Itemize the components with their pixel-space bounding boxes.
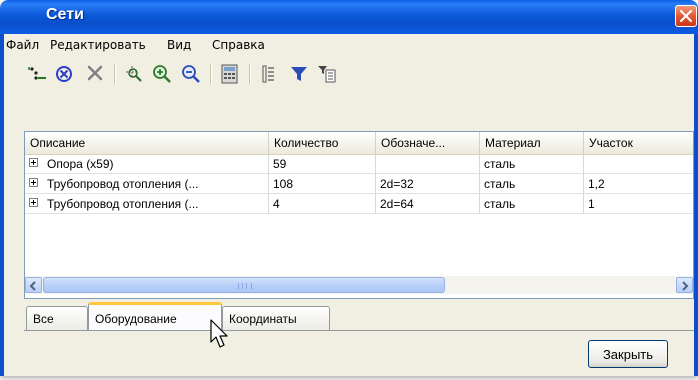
cell-designation: 2d=64 bbox=[376, 194, 480, 214]
table-row[interactable]: Трубопровод отопления (... 4 2d=64 сталь… bbox=[25, 194, 693, 214]
calculator-icon[interactable] bbox=[218, 62, 242, 86]
cell-section: 1,2 bbox=[584, 174, 693, 194]
expand-icon[interactable] bbox=[29, 198, 38, 207]
cell-text: Трубопровод отопления (... bbox=[47, 177, 199, 191]
cell-material: сталь bbox=[480, 174, 584, 194]
close-icon bbox=[679, 9, 693, 23]
close-button[interactable]: Закрыть bbox=[588, 340, 668, 368]
window-close-button[interactable] bbox=[675, 5, 697, 27]
zoom-in-icon[interactable] bbox=[150, 62, 174, 86]
cell-text: Трубопровод отопления (... bbox=[47, 197, 199, 211]
column-header-quantity[interactable]: Количество bbox=[269, 132, 376, 154]
cell-quantity: 4 bbox=[269, 194, 376, 214]
table-row[interactable]: Опора (x59) 59 сталь bbox=[25, 154, 693, 174]
cell-text: Опора (x59) bbox=[47, 157, 114, 171]
filter-settings-icon[interactable] bbox=[315, 62, 339, 86]
column-header-description[interactable]: Описание bbox=[25, 132, 269, 154]
data-grid: Описание Количество Обозначе... Материал… bbox=[24, 131, 694, 299]
scroll-left-button[interactable] bbox=[25, 277, 42, 293]
table-row[interactable]: Трубопровод отопления (... 108 2d=32 ста… bbox=[25, 174, 693, 194]
cell-section bbox=[584, 154, 693, 174]
menu-view[interactable]: Вид bbox=[167, 38, 191, 52]
toolbar-separator bbox=[114, 64, 116, 84]
menu-edit[interactable]: Редактировать bbox=[50, 38, 146, 52]
cell-designation: 2d=32 bbox=[376, 174, 480, 194]
mouse-cursor-icon bbox=[210, 319, 232, 355]
scroll-right-button[interactable] bbox=[676, 277, 693, 293]
zoom-region-icon[interactable] bbox=[122, 62, 146, 86]
toolbar bbox=[4, 58, 694, 88]
column-header-section[interactable]: Участок bbox=[584, 132, 693, 154]
tab-strip-line bbox=[24, 330, 694, 331]
add-points-icon[interactable] bbox=[26, 62, 50, 86]
chevron-right-icon bbox=[682, 281, 689, 291]
scroll-grip bbox=[238, 283, 252, 289]
zoom-out-icon[interactable] bbox=[179, 62, 203, 86]
title-bar[interactable]: Сети bbox=[0, 0, 698, 34]
cell-material: сталь bbox=[480, 194, 584, 214]
tab-equipment[interactable]: Оборудование bbox=[88, 302, 222, 330]
tab-coordinates[interactable]: Координаты bbox=[222, 306, 330, 330]
chevron-left-icon bbox=[29, 281, 36, 291]
column-header-material[interactable]: Материал bbox=[480, 132, 584, 154]
filter-icon[interactable] bbox=[287, 62, 311, 86]
network-dialog: Сети Файл Редактировать Вид Справка Опис… bbox=[0, 0, 698, 376]
toolbar-separator bbox=[210, 64, 212, 84]
menu-help[interactable]: Справка bbox=[212, 38, 265, 52]
expand-icon[interactable] bbox=[29, 158, 38, 167]
columns-icon[interactable] bbox=[257, 62, 281, 86]
window-title: Сети bbox=[46, 6, 84, 23]
cell-material: сталь bbox=[480, 154, 584, 174]
scroll-thumb[interactable] bbox=[43, 277, 445, 293]
grid-header: Описание Количество Обозначе... Материал… bbox=[25, 132, 693, 155]
stop-circle-icon[interactable] bbox=[52, 62, 76, 86]
cell-description: Опора (x59) bbox=[25, 154, 269, 174]
window-frame-right bbox=[694, 34, 698, 376]
horizontal-scrollbar[interactable] bbox=[25, 276, 693, 294]
cell-description: Трубопровод отопления (... bbox=[25, 194, 269, 214]
cell-quantity: 108 bbox=[269, 174, 376, 194]
cell-designation bbox=[376, 154, 480, 174]
cell-description: Трубопровод отопления (... bbox=[25, 174, 269, 194]
toolbar-separator bbox=[249, 64, 251, 84]
cell-section: 1 bbox=[584, 194, 693, 214]
menu-bar: Файл Редактировать Вид Справка bbox=[4, 34, 694, 56]
expand-icon[interactable] bbox=[29, 178, 38, 187]
cell-quantity: 59 bbox=[269, 154, 376, 174]
tab-all[interactable]: Все bbox=[26, 306, 88, 330]
delete-x-icon[interactable] bbox=[84, 62, 108, 86]
menu-file[interactable]: Файл bbox=[6, 38, 39, 52]
column-header-designation[interactable]: Обозначе... bbox=[376, 132, 480, 154]
